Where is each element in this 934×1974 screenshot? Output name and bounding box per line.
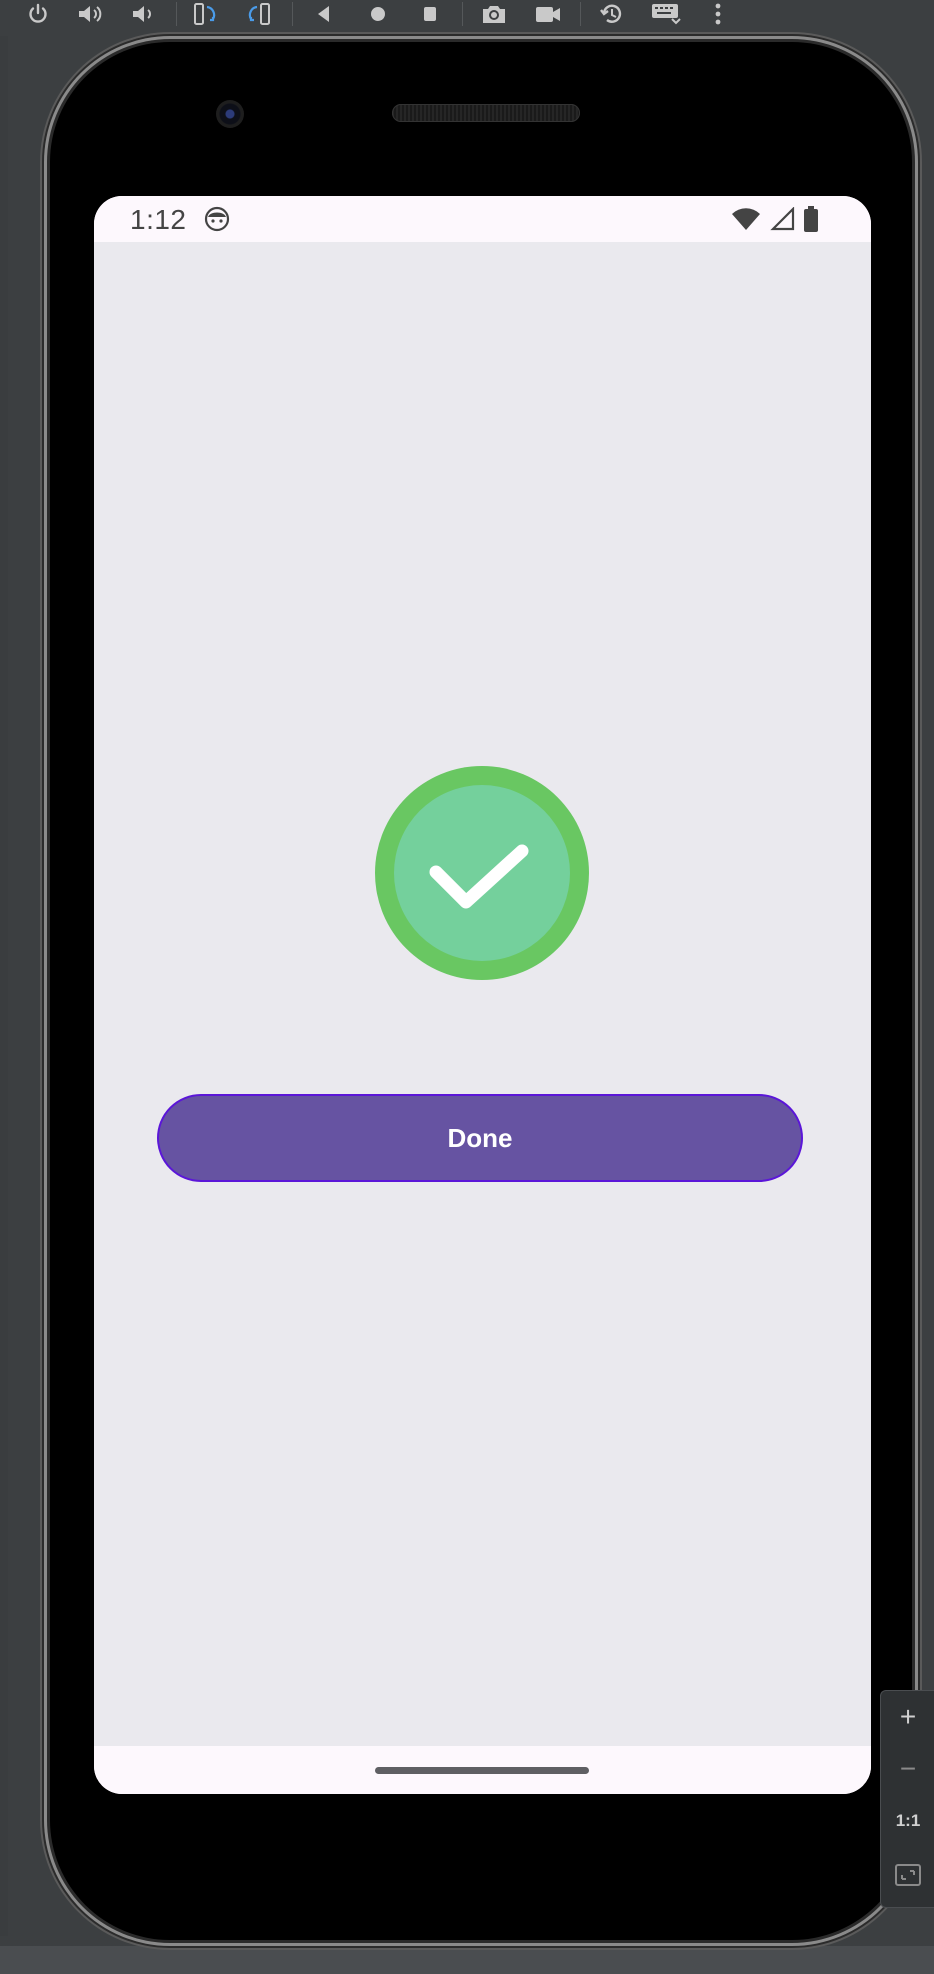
gesture-nav-bar [94, 1746, 871, 1794]
android-debug-icon [204, 206, 230, 237]
earpiece-speaker [392, 104, 580, 122]
back-icon[interactable] [306, 0, 342, 28]
done-button-label: Done [447, 1122, 513, 1153]
wifi-icon [731, 207, 761, 236]
status-bar: 1:12 [94, 196, 871, 242]
emulator-toolbar [0, 0, 934, 36]
zoom-in-button[interactable]: + [881, 1691, 934, 1743]
done-button[interactable]: Done [157, 1094, 803, 1182]
success-badge [375, 766, 589, 980]
signal-icon [769, 206, 795, 236]
home-icon[interactable] [360, 0, 396, 28]
device-screen[interactable]: 1:12 Done [94, 196, 871, 1794]
rotate-right-icon[interactable] [240, 0, 276, 28]
power-icon[interactable] [20, 0, 56, 28]
rotate-left-icon[interactable] [188, 0, 224, 28]
status-time: 1:12 [130, 204, 187, 235]
volume-down-icon[interactable] [124, 0, 160, 28]
status-icons [731, 206, 819, 237]
snapshot-restore-icon[interactable] [594, 0, 630, 28]
camera-icon[interactable] [476, 0, 512, 28]
keyboard-icon[interactable] [648, 0, 684, 28]
zoom-one-to-one-button[interactable]: 1:1 [881, 1795, 934, 1847]
battery-icon [803, 206, 819, 237]
front-camera [216, 100, 244, 128]
home-gesture-handle[interactable] [375, 1767, 589, 1774]
bottom-strip [0, 1946, 934, 1974]
zoom-controls: + − 1:1 [880, 1690, 934, 1908]
more-icon[interactable] [700, 0, 736, 28]
volume-up-icon[interactable] [72, 0, 108, 28]
overview-icon[interactable] [412, 0, 448, 28]
success-badge-inner [394, 785, 570, 961]
panel-edge [0, 36, 8, 1936]
zoom-fit-icon[interactable] [881, 1849, 934, 1901]
video-icon[interactable] [530, 0, 566, 28]
zoom-out-button[interactable]: − [881, 1743, 934, 1795]
app-content: Done [94, 242, 871, 1746]
checkmark-icon [429, 844, 529, 909]
